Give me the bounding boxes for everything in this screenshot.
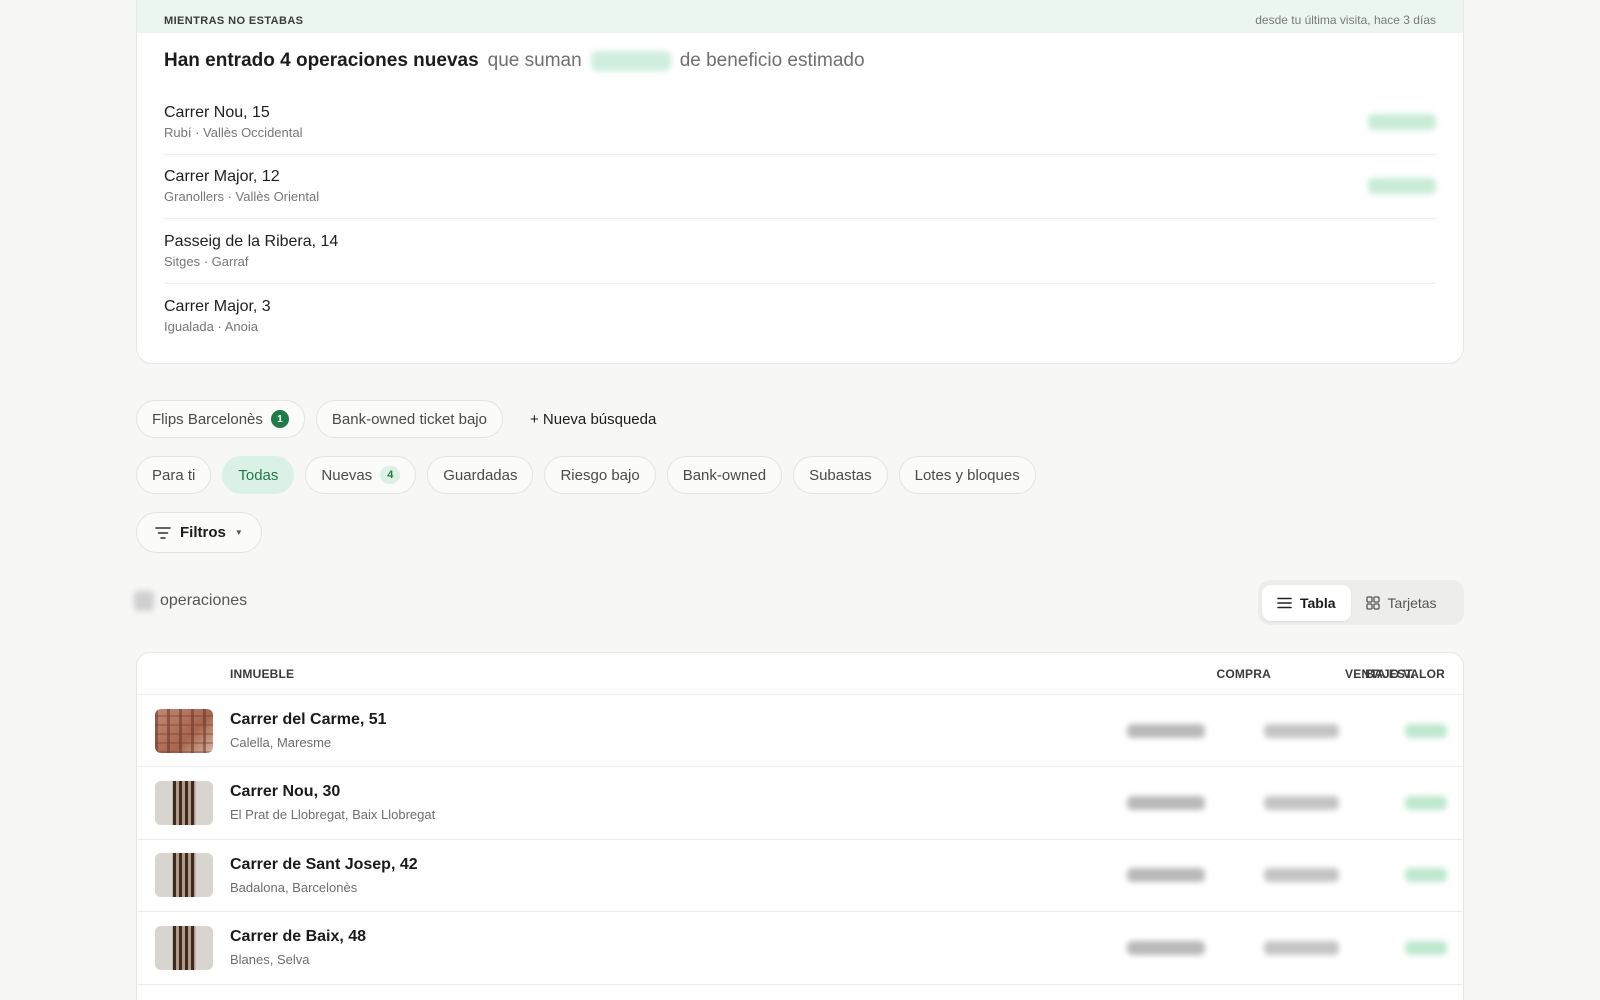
purchase-blurred xyxy=(1127,796,1205,811)
view-toggle: Tabla Tarjetas xyxy=(1258,580,1464,625)
saved-searches: Flips Barcelonès 1 Bank-owned ticket baj… xyxy=(136,400,672,438)
operation-subtitle: Igualada · Anoia xyxy=(164,318,258,334)
sale-blurred xyxy=(1264,940,1339,955)
table-row[interactable]: Carrer de Baix, 48 Blanes, Selva xyxy=(137,912,1463,985)
operation-title: Carrer Major, 12 xyxy=(164,168,280,186)
results-count-label: operaciones xyxy=(160,592,248,609)
undervalue-blurred xyxy=(1405,796,1447,811)
property-location: Badalona, Barcelonès xyxy=(230,879,358,895)
th-purchase[interactable]: COMPRA xyxy=(1151,667,1271,681)
new-operations-card: MIENTRAS NO ESTABAS desde tu última visi… xyxy=(136,0,1464,364)
table-header: INMUEBLE COMPRA VENTA EST. BAJO VALOR xyxy=(137,653,1463,695)
new-operations-headline: Han entrado 4 operaciones nuevas que sum… xyxy=(137,33,1463,72)
sale-blurred xyxy=(1264,796,1339,811)
property-name: Carrer del Carme, 51 xyxy=(230,711,387,728)
th-undervalue[interactable]: BAJO VALOR xyxy=(1365,667,1445,681)
property-thumbnail xyxy=(155,781,213,826)
tab-lotes-y-bloques[interactable]: Lotes y bloques xyxy=(898,456,1036,494)
operation-title: Carrer Nou, 15 xyxy=(164,103,270,121)
view-table-label: Tabla xyxy=(1300,594,1336,611)
last-visit-text: desde tu última visita, hace 3 días xyxy=(1255,13,1436,27)
filter-icon xyxy=(155,526,171,539)
operation-subtitle: Rubí · Vallès Occidental xyxy=(164,124,303,140)
operation-item[interactable]: Carrer Nou, 15 Rubí · Vallès Occidental xyxy=(164,90,1436,155)
operation-item[interactable]: Carrer Major, 3 Igualada · Anoia xyxy=(164,284,1436,349)
property-name: Carrer de Sant Josep, 42 xyxy=(230,855,418,873)
headline-mid: que suman xyxy=(487,50,582,71)
caret-down-icon: ▼ xyxy=(234,528,243,537)
property-thumbnail xyxy=(155,925,213,970)
operation-subtitle: Sitges · Garraf xyxy=(164,253,249,269)
tab-todas[interactable]: Todas xyxy=(222,456,295,494)
filters-button[interactable]: Filtros ▼ xyxy=(136,512,262,553)
property-name: Carrer de Baix, 48 xyxy=(230,928,367,946)
headline-strong: Han entrado 4 operaciones nuevas xyxy=(164,50,479,71)
card-header: MIENTRAS NO ESTABAS desde tu última visi… xyxy=(137,0,1463,33)
table-row[interactable]: Carrer Nou, 30 El Prat de Llobregat, Bai… xyxy=(137,767,1463,840)
operation-item[interactable]: Carrer Major, 12 Granollers · Vallès Ori… xyxy=(164,155,1436,219)
operation-profit-blurred xyxy=(1368,178,1436,195)
operation-title: Carrer Major, 3 xyxy=(164,297,271,315)
card-eyebrow: MIENTRAS NO ESTABAS xyxy=(164,15,304,27)
results-count: operaciones xyxy=(134,591,247,611)
results-count-blurred xyxy=(134,591,154,611)
property-location: Blanes, Selva xyxy=(230,952,310,968)
operation-item[interactable]: Passeig de la Ribera, 14 Sitges · Garraf xyxy=(164,219,1436,284)
property-name: Carrer Nou, 30 xyxy=(230,783,341,801)
new-operations-list: Carrer Nou, 15 Rubí · Vallès Occidental … xyxy=(137,72,1463,348)
undervalue-blurred xyxy=(1405,723,1447,738)
undervalue-blurred xyxy=(1405,868,1447,883)
operation-profit-blurred xyxy=(1368,113,1436,130)
operation-title: Passeig de la Ribera, 14 xyxy=(164,232,339,250)
saved-search-label: Flips Barcelonès xyxy=(152,410,263,428)
undervalue-blurred xyxy=(1405,940,1447,955)
tab-subastas[interactable]: Subastas xyxy=(793,456,888,494)
operations-table: INMUEBLE COMPRA VENTA EST. BAJO VALOR Ca… xyxy=(136,652,1464,1000)
tab-riesgo-bajo[interactable]: Riesgo bajo xyxy=(544,456,656,494)
saved-search-flips-barcelones[interactable]: Flips Barcelonès 1 xyxy=(136,400,305,438)
property-thumbnail xyxy=(155,708,213,753)
property-location: El Prat de Llobregat, Baix Llobregat xyxy=(230,807,436,823)
tab-nuevas[interactable]: Nuevas 4 xyxy=(305,456,417,494)
operation-subtitle: Granollers · Vallès Oriental xyxy=(164,189,320,205)
category-tabs: Para ti Todas Nuevas 4 Guardadas Riesgo … xyxy=(136,456,1036,494)
view-cards-label: Tarjetas xyxy=(1387,594,1437,611)
tab-bank-owned[interactable]: Bank-owned xyxy=(666,456,783,494)
tab-label: Nuevas xyxy=(321,466,373,484)
table-row[interactable]: Carrer de Sant Josep, 42 Badalona, Barce… xyxy=(137,840,1463,913)
table-row[interactable]: Carrer del Carme, 51 Calella, Maresme xyxy=(137,695,1463,768)
purchase-blurred xyxy=(1127,940,1205,955)
tab-guardadas[interactable]: Guardadas xyxy=(427,456,534,494)
view-table-button[interactable]: Tabla xyxy=(1262,584,1351,621)
tab-para-ti[interactable]: Para ti xyxy=(136,456,212,494)
headline-end: de beneficio estimado xyxy=(679,50,865,71)
filters-label: Filtros xyxy=(180,524,226,541)
saved-search-label: Bank-owned ticket bajo xyxy=(331,410,487,428)
grid-icon xyxy=(1365,595,1380,610)
view-cards-button[interactable]: Tarjetas xyxy=(1351,585,1452,621)
property-location: Calella, Maresme xyxy=(230,735,332,750)
saved-search-badge: 1 xyxy=(270,410,289,428)
saved-search-bank-owned[interactable]: Bank-owned ticket bajo xyxy=(315,400,503,438)
list-icon xyxy=(1277,597,1292,608)
property-thumbnail xyxy=(155,853,213,898)
purchase-blurred xyxy=(1127,868,1205,883)
estimated-profit-blurred xyxy=(590,51,671,71)
sale-blurred xyxy=(1264,868,1339,883)
sale-blurred xyxy=(1264,723,1339,738)
th-property[interactable]: INMUEBLE xyxy=(230,667,294,681)
purchase-blurred xyxy=(1127,723,1205,738)
new-search-button[interactable]: + Nueva búsqueda xyxy=(514,400,672,438)
tab-badge: 4 xyxy=(380,466,401,484)
